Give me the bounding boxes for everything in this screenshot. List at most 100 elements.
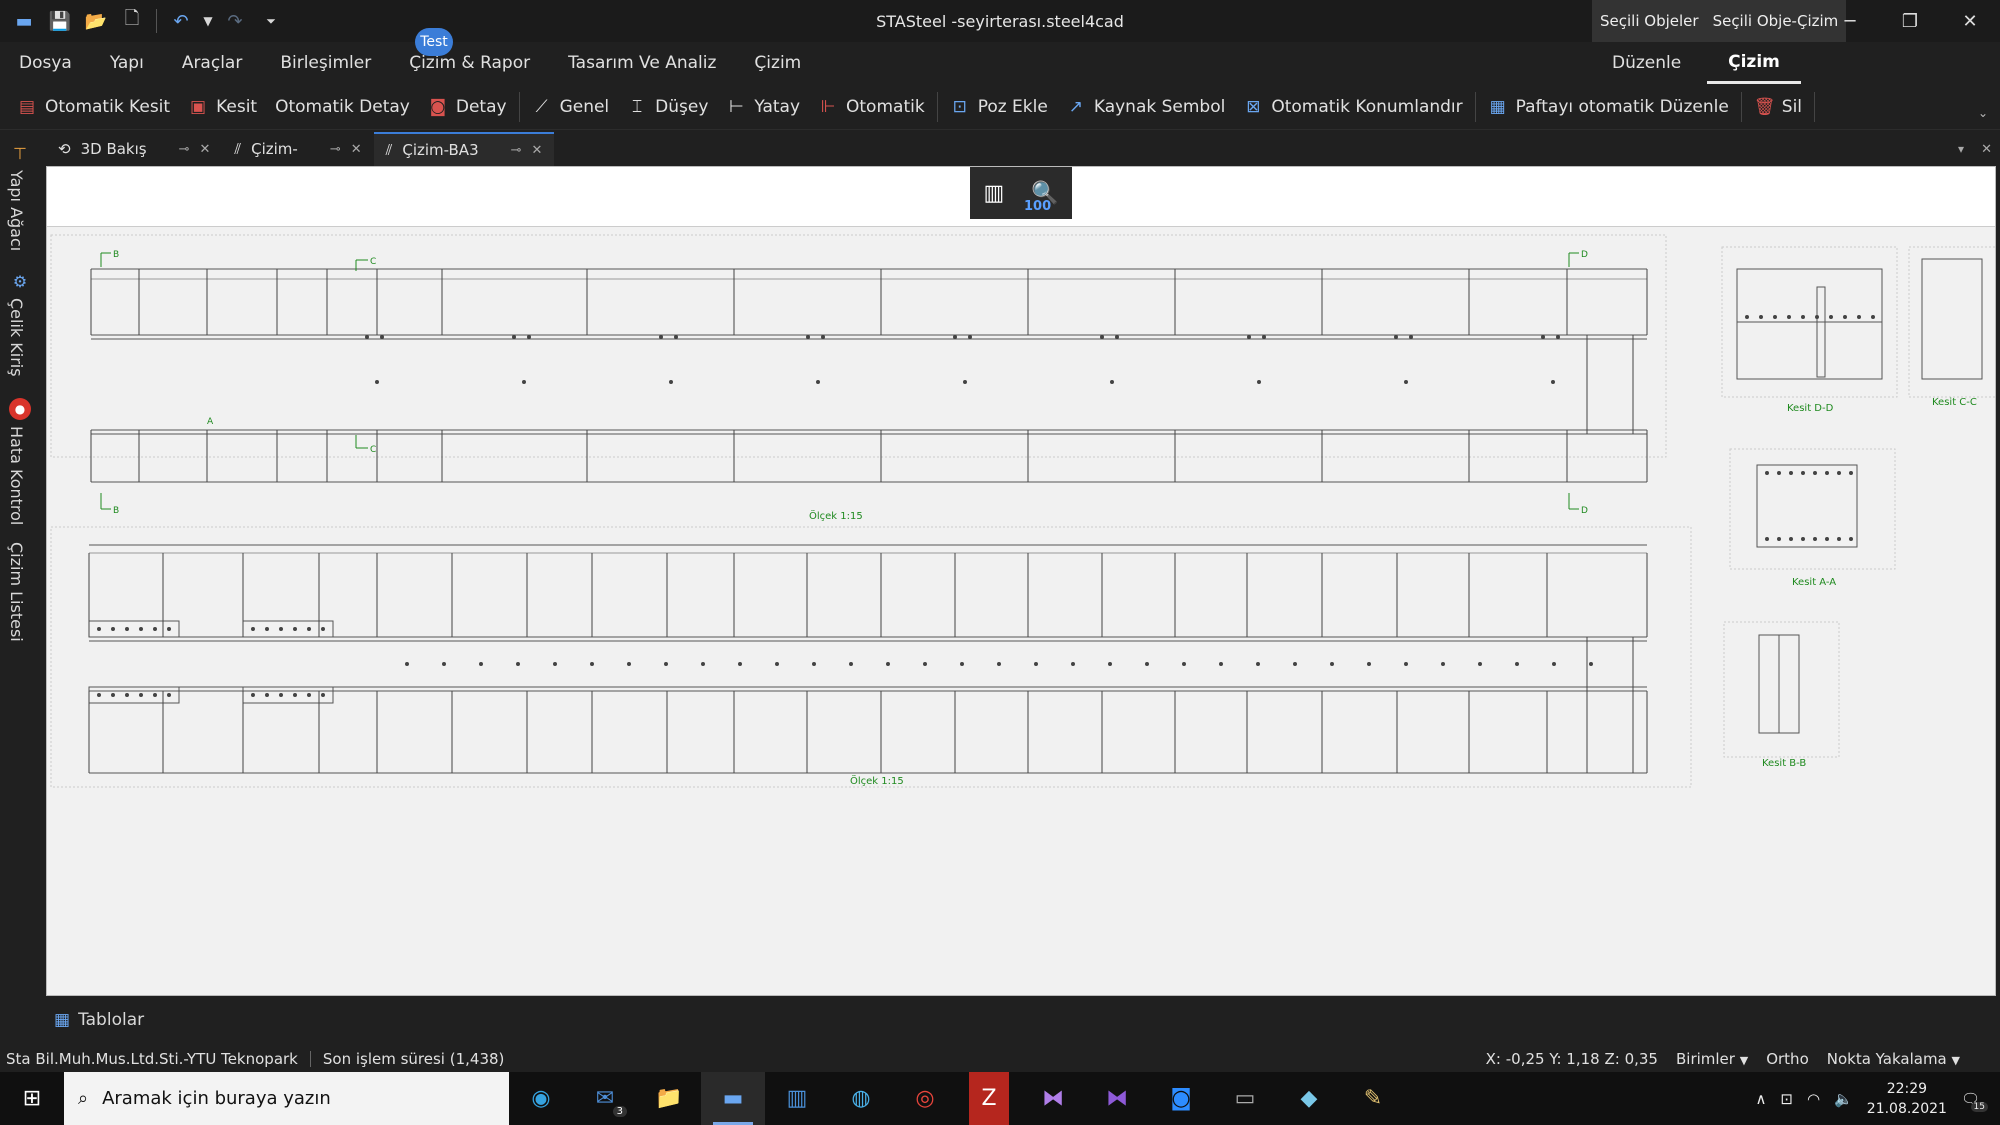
stasteel-icon[interactable]: ▬: [701, 1072, 765, 1125]
close-button[interactable]: ✕: [1940, 0, 2000, 42]
ribbon-collapse-icon[interactable]: ⌄: [1978, 106, 1988, 120]
dusey-button[interactable]: ⌶ Düşey: [618, 87, 717, 127]
units-dropdown[interactable]: Birimler ▼: [1676, 1050, 1748, 1068]
search-placeholder: Aramak için buraya yazın: [102, 1088, 331, 1109]
filezilla-icon[interactable]: Z: [969, 1072, 1009, 1125]
app-icon[interactable]: ◆: [1277, 1072, 1341, 1125]
bolt-hole: [167, 693, 171, 697]
otomatik-konumlandir-label: Otomatik Konumlandır: [1271, 96, 1463, 117]
yatay-button[interactable]: ⊢ Yatay: [717, 87, 809, 127]
tab-cizim-label: Çizim-: [251, 140, 298, 158]
fit-view-icon[interactable]: ▥: [983, 181, 1004, 206]
volume-icon[interactable]: 🔈: [1834, 1090, 1853, 1108]
pin-icon[interactable]: ⊸: [330, 142, 341, 157]
poz-ekle-button[interactable]: ⊡ Poz Ekle: [941, 87, 1057, 127]
restore-button[interactable]: ❐: [1880, 0, 1940, 42]
title-bar: ▬ 💾 📂 🗋 ↶ ▼ ↷ ⏷ STASteel -seyirterası.st…: [0, 0, 2000, 42]
menu-cizim-rapor[interactable]: Çizim & Rapor: [390, 42, 549, 84]
tab-cizim-ba3[interactable]: ⫽ Çizim-BA3 ⊸ ✕: [373, 132, 555, 166]
tables-panel-tab[interactable]: ▦ Tablolar: [54, 1010, 144, 1030]
notifications-icon[interactable]: 🗨 15: [1961, 1090, 1988, 1112]
sil-button[interactable]: 🗑 Sil: [1745, 87, 1811, 127]
end-plate: [88, 686, 180, 704]
zoom-widget[interactable]: ▥ 🔍 100: [970, 167, 1072, 219]
otomatik-kesit-button[interactable]: ▤ Otomatik Kesit: [8, 87, 179, 127]
open-icon[interactable]: 📂: [78, 0, 114, 42]
building-app-icon[interactable]: ▥: [765, 1072, 829, 1125]
bolt-hole: [806, 335, 810, 339]
section-outline-dd: [1736, 268, 1883, 380]
save-icon[interactable]: 💾: [42, 0, 78, 42]
chrome-icon[interactable]: ◎: [893, 1072, 957, 1125]
panel-yapi-agaci[interactable]: Yapı Ağacı: [7, 170, 26, 251]
mail-icon[interactable]: ✉ 3: [573, 1072, 637, 1125]
ortho-toggle[interactable]: Ortho: [1766, 1050, 1809, 1068]
ribbon-tab-duzenle[interactable]: Düzenle: [1612, 42, 1681, 84]
context-tab-selected-objects[interactable]: Seçili Objeler: [1600, 12, 1699, 30]
chat-app-icon[interactable]: ◍: [829, 1072, 893, 1125]
otomatik-konumlandir-button[interactable]: ⊠ Otomatik Konumlandır: [1234, 87, 1471, 127]
tab-list-dropdown-icon[interactable]: ▾: [1958, 142, 1964, 156]
panel-hata-kontrol[interactable]: Hata Kontrol: [7, 426, 26, 525]
section-marker-c: C: [370, 257, 376, 267]
paint-app-icon[interactable]: ✎: [1341, 1072, 1405, 1125]
otomatik-detay-button[interactable]: Otomatik Detay: [266, 87, 419, 127]
windows-start-button[interactable]: ⊞: [0, 1072, 64, 1125]
zoom-app-icon[interactable]: ◙: [1149, 1072, 1213, 1125]
close-tab-icon[interactable]: ✕: [532, 143, 543, 158]
pin-icon[interactable]: ⊸: [179, 142, 190, 157]
qa-separator: [156, 9, 157, 33]
genel-button[interactable]: ⟋ Genel: [523, 87, 619, 127]
detay-button[interactable]: ◙ Detay: [419, 87, 516, 127]
status-bar: Sta Bil.Muh.Mus.Ltd.Sti.-YTU Teknopark S…: [0, 1046, 2000, 1072]
bolt-hole: [775, 662, 779, 666]
customize-icon[interactable]: ⏷: [253, 0, 289, 42]
close-tab-icon[interactable]: ✕: [351, 142, 362, 157]
pin-icon[interactable]: ⊸: [511, 143, 522, 158]
remote-desktop-icon[interactable]: ▭: [1213, 1072, 1277, 1125]
drawing-canvas[interactable]: ▥ 🔍 100 B B C C D D A Ölçek 1:15 Ölçek 1…: [46, 166, 1996, 996]
panel-celik-kiris[interactable]: Çelik Kiriş: [7, 298, 26, 377]
taskbar-search[interactable]: ⌕ Aramak için buraya yazın: [64, 1072, 509, 1125]
wifi-icon[interactable]: ◠: [1807, 1090, 1820, 1108]
edge-icon[interactable]: ◉: [509, 1072, 573, 1125]
undo-icon[interactable]: ↶: [163, 0, 199, 42]
toolbar-separator: [1740, 91, 1742, 122]
menu-dosya[interactable]: Dosya: [0, 42, 91, 84]
bolt-hole: [816, 380, 820, 384]
bolt-hole: [279, 627, 283, 631]
otomatik-button[interactable]: ⊩ Otomatik: [809, 87, 934, 127]
bolt-hole: [1789, 537, 1793, 541]
menu-yapi[interactable]: Yapı: [91, 42, 163, 84]
tab-cizim[interactable]: ⫽ Çizim- ⊸ ✕: [222, 132, 373, 166]
section-marker-d: D: [1581, 250, 1588, 260]
kaynak-sembol-button[interactable]: ↗ Kaynak Sembol: [1057, 87, 1235, 127]
tab-3d-bakis[interactable]: ⟲ 3D Bakış ⊸ ✕: [40, 132, 222, 166]
bolt-hole: [1829, 315, 1833, 319]
bolt-hole: [375, 380, 379, 384]
section-outline-cc: [1921, 258, 1983, 380]
new-icon[interactable]: 🗋: [114, 0, 150, 42]
snap-dropdown[interactable]: Nokta Yakalama ▼: [1827, 1050, 1960, 1068]
menu-araclar[interactable]: Araçlar: [163, 42, 262, 84]
chevron-up-icon[interactable]: ∧: [1755, 1090, 1766, 1108]
menu-tasarim-analiz[interactable]: Tasarım Ve Analiz: [549, 42, 735, 84]
close-all-icon[interactable]: ✕: [1981, 142, 1992, 157]
pafta-duzenle-button[interactable]: ▦ Paftayı otomatik Düzenle: [1479, 87, 1738, 127]
ribbon-tab-cizim[interactable]: Çizim: [1707, 42, 1801, 84]
kesit-button[interactable]: ▣ Kesit: [179, 87, 266, 127]
menu-cizim[interactable]: Çizim: [735, 42, 820, 84]
clock[interactable]: 22:29 21.08.2021: [1867, 1079, 1947, 1119]
visual-studio-icon[interactable]: ⧓: [1085, 1072, 1149, 1125]
file-explorer-icon[interactable]: 📁: [637, 1072, 701, 1125]
visual-studio-preview-icon[interactable]: ⧓: [1021, 1072, 1085, 1125]
general-dimension-icon: ⟋: [535, 96, 548, 117]
panel-cizim-listesi[interactable]: Çizim Listesi: [7, 542, 26, 642]
redo-icon[interactable]: ↷: [217, 0, 253, 42]
app-icon[interactable]: ▬: [6, 0, 42, 42]
close-tab-icon[interactable]: ✕: [200, 142, 211, 157]
minimize-button[interactable]: ─: [1820, 0, 1880, 42]
menu-birlesimler[interactable]: Birleşimler: [261, 42, 390, 84]
undo-dropdown-icon[interactable]: ▼: [199, 0, 217, 42]
network-device-icon[interactable]: ⊡: [1780, 1090, 1793, 1108]
